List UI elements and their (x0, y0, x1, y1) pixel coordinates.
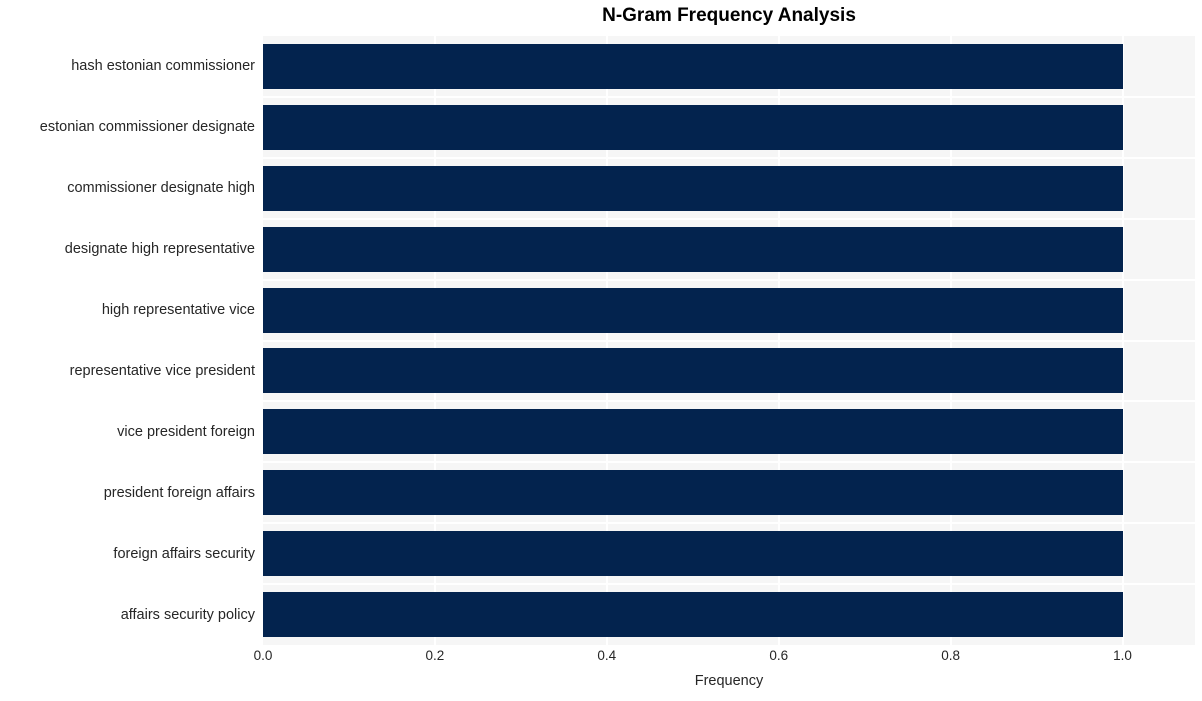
plot-area (263, 36, 1195, 645)
y-axis-tick-label: president foreign affairs (103, 484, 255, 501)
horizontal-gridline (263, 278, 1195, 281)
horizontal-gridline (263, 217, 1195, 220)
y-axis-tick-label: designate high representative (64, 241, 255, 258)
horizontal-gridline (263, 583, 1195, 586)
x-axis-label: Frequency (694, 673, 764, 689)
y-axis-tick-label: hash estonian commissioner (71, 58, 255, 75)
chart-title: N-Gram Frequency Analysis (602, 5, 856, 26)
horizontal-gridline (263, 95, 1195, 98)
bar (263, 226, 1123, 272)
horizontal-gridline (263, 400, 1195, 403)
y-axis-tick-label: representative vice president (69, 362, 255, 379)
y-axis-tick-label: foreign affairs security (113, 545, 255, 562)
bar (263, 348, 1123, 394)
horizontal-gridline (263, 461, 1195, 464)
bar (263, 287, 1123, 333)
x-axis-tick-label: 1.0 (1113, 648, 1132, 663)
horizontal-gridline (263, 156, 1195, 159)
bar (263, 531, 1123, 577)
chart-figure: N-Gram Frequency Analysis hash estonian … (0, 0, 1202, 701)
bar (263, 165, 1123, 211)
horizontal-gridline (263, 522, 1195, 525)
y-axis-tick-label: estonian commissioner designate (39, 119, 255, 136)
x-axis-tick-labels: 0.0 0.2 0.4 0.6 0.8 1.0 (254, 648, 1195, 670)
bar (263, 470, 1123, 516)
y-axis-tick-label: commissioner designate high (67, 180, 255, 197)
y-axis-tick-label: affairs security policy (120, 606, 255, 623)
x-axis-tick-label: 0.8 (941, 648, 961, 663)
bar (263, 43, 1123, 89)
x-axis-tick-label: 0.6 (769, 648, 789, 663)
x-axis-tick-label: 0.4 (597, 648, 617, 663)
horizontal-gridline (263, 339, 1195, 342)
y-axis-tick-label: vice president foreign (117, 423, 255, 440)
bar (263, 409, 1123, 455)
bar (263, 592, 1123, 638)
x-axis-tick-label: 0.0 (253, 648, 273, 663)
y-axis-tick-labels: hash estonian commissioner estonian commi… (0, 36, 255, 645)
bar (263, 104, 1123, 150)
y-axis-tick-label: high representative vice (101, 302, 255, 319)
x-axis-tick-label: 0.2 (425, 648, 445, 663)
